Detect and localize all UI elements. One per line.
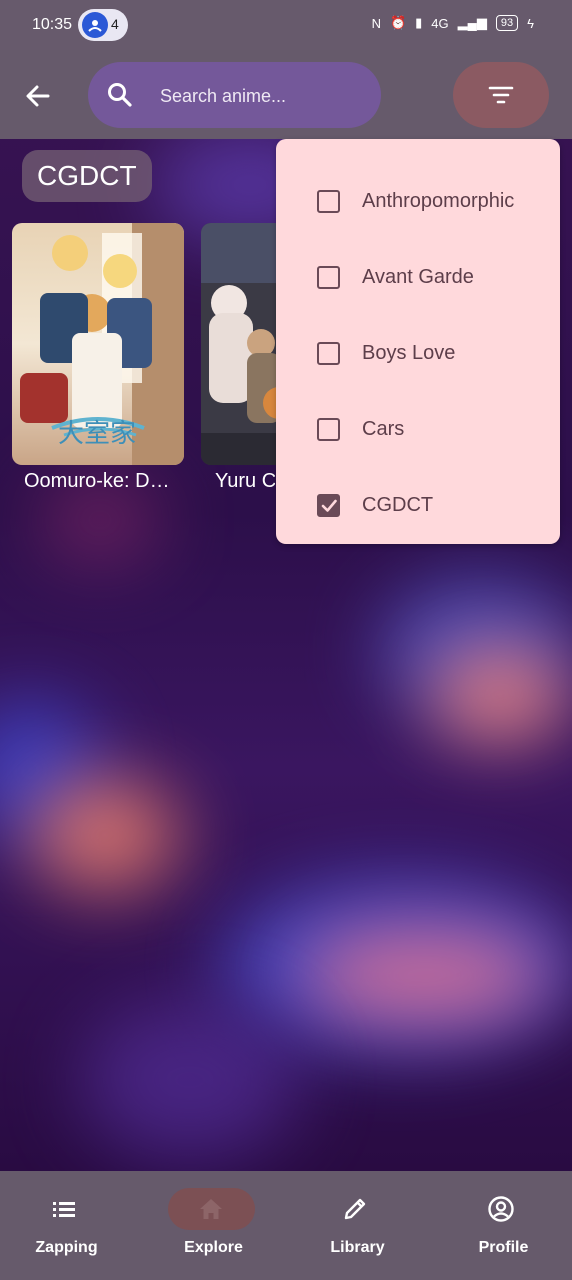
checkbox-checked[interactable] bbox=[317, 494, 340, 517]
genre-option[interactable]: Anthropomorphic bbox=[276, 164, 560, 240]
list-icon bbox=[53, 1202, 75, 1217]
anime-card-title[interactable]: Yuru C bbox=[215, 470, 275, 493]
genre-option-label: CGDCT bbox=[362, 494, 434, 516]
genre-option-label: Avant Garde bbox=[362, 266, 474, 288]
arrow-back-icon bbox=[26, 85, 50, 107]
checkbox[interactable] bbox=[317, 190, 340, 213]
anime-card-title[interactable]: Oomuro-ke: D… bbox=[24, 470, 184, 493]
battery-icon: 93 bbox=[495, 15, 519, 31]
nav-label: Library bbox=[330, 1239, 385, 1256]
account-circle-icon bbox=[488, 1196, 514, 1222]
genre-option[interactable]: Avant Garde bbox=[276, 240, 560, 316]
bottom-navigation: Zapping Explore Library Profile bbox=[0, 1171, 572, 1280]
hotspot-badge: 4 bbox=[78, 9, 128, 41]
nav-label: Explore bbox=[184, 1239, 243, 1256]
genre-filter-menu: Anthropomorphic Avant Garde Boys Love Ca… bbox=[276, 139, 560, 544]
notification-count: 4 bbox=[111, 16, 119, 32]
search-bar[interactable] bbox=[88, 62, 381, 128]
nfc-icon: N bbox=[371, 15, 381, 31]
nav-label: Profile bbox=[478, 1239, 529, 1256]
signal-icon: ▂▄▆ bbox=[457, 15, 487, 30]
check-icon bbox=[321, 499, 337, 512]
home-icon bbox=[200, 1199, 222, 1219]
filter-icon bbox=[488, 86, 514, 104]
checkbox[interactable] bbox=[317, 266, 340, 289]
filter-button[interactable] bbox=[453, 62, 549, 128]
nav-item-library[interactable]: Library bbox=[286, 1171, 429, 1280]
genre-option-label: Cars bbox=[362, 418, 405, 440]
search-input[interactable] bbox=[158, 80, 372, 112]
status-bar: 10:35 4 N ⏰ ▮ 4G ▂▄▆ 93 ϟ bbox=[0, 0, 572, 50]
alarm-icon: ⏰ bbox=[389, 15, 407, 30]
genre-option-label: Boys Love bbox=[362, 342, 456, 364]
checkbox[interactable] bbox=[317, 418, 340, 441]
poster-caption: 大室家 bbox=[58, 419, 137, 449]
genre-option[interactable]: Cars bbox=[276, 392, 560, 468]
search-icon bbox=[108, 83, 132, 107]
status-icons: N ⏰ ▮ 4G ▂▄▆ 93 ϟ bbox=[372, 15, 534, 31]
back-button[interactable] bbox=[18, 76, 58, 116]
anime-card[interactable]: 大室家 bbox=[12, 223, 184, 465]
network-label: 4G bbox=[431, 15, 449, 31]
nav-item-profile[interactable]: Profile bbox=[432, 1171, 572, 1280]
genre-option-label: Anthropomorphic bbox=[362, 190, 515, 212]
top-app-bar bbox=[0, 50, 572, 139]
nav-item-zapping[interactable]: Zapping bbox=[0, 1171, 138, 1280]
pencil-icon bbox=[344, 1198, 366, 1220]
charging-icon: ϟ bbox=[527, 15, 534, 31]
active-genre-chip[interactable]: CGDCT bbox=[22, 150, 152, 202]
genre-option[interactable]: Boys Love bbox=[276, 316, 560, 392]
hotspot-icon bbox=[82, 12, 108, 38]
status-time: 10:35 bbox=[32, 16, 73, 33]
checkbox[interactable] bbox=[317, 342, 340, 365]
vibrate-icon: ▮ bbox=[415, 15, 423, 30]
nav-item-explore[interactable]: Explore bbox=[142, 1171, 285, 1280]
nav-label: Zapping bbox=[35, 1239, 98, 1256]
genre-option[interactable]: CGDCT bbox=[276, 468, 560, 544]
